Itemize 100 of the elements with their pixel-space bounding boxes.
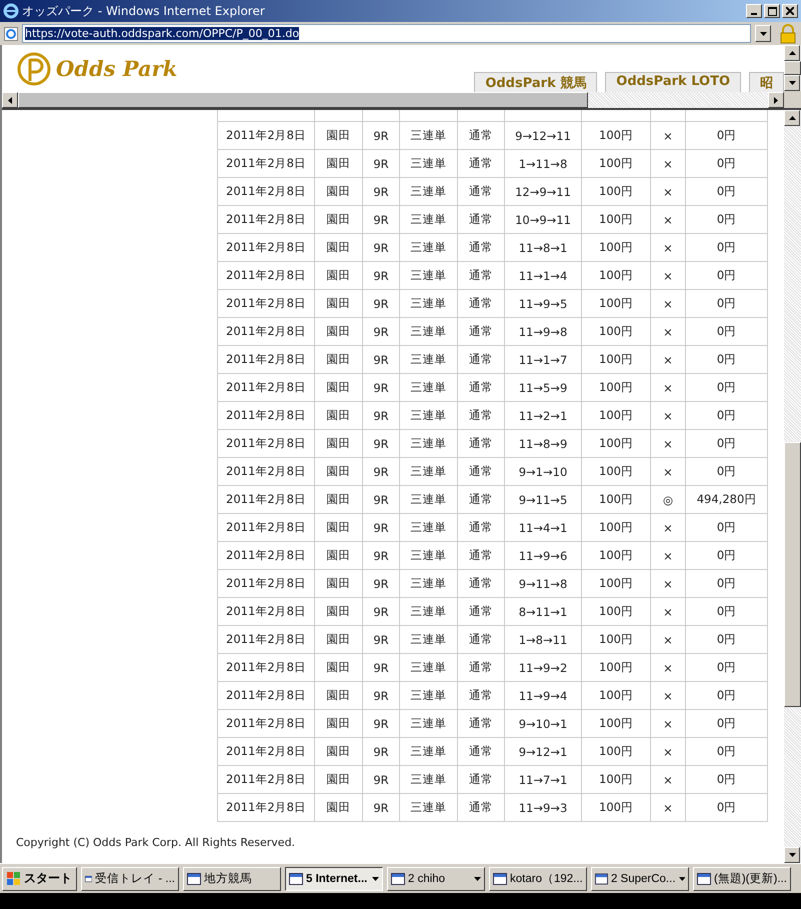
table-cell: 0円 [686,710,768,738]
vertical-scrollbar[interactable] [784,110,801,863]
window-icon [595,872,608,886]
table-cell: 三連単 [400,766,458,794]
horizontal-scrollbar[interactable] [2,92,784,108]
table-cell: 2011年2月8日 [218,570,314,598]
table-cell: 通常 [458,542,504,570]
taskbar-button[interactable]: 5 Internet... [285,866,383,890]
taskbar-button[interactable]: 受信トレイ - ... [81,866,179,890]
table-cell: × [650,738,686,766]
table-cell: 通常 [458,234,504,262]
window-title: オッズパーク - Windows Internet Explorer [22,2,266,20]
table-cell: 園田 [314,234,362,262]
table-cell: 0円 [686,206,768,234]
table-cell: 三連単 [400,458,458,486]
table-cell: 9R [362,682,400,710]
nav-tab[interactable]: 昭 [749,72,784,92]
close-button[interactable] [782,4,798,18]
table-cell: 通常 [458,402,504,430]
table-cell: 三連単 [400,178,458,206]
table-cell: 園田 [314,598,362,626]
table-cell: 9R [362,290,400,318]
table-cell: 9→10→1 [504,710,582,738]
taskbar-button[interactable]: 2 SuperCo... [591,866,689,890]
taskbar-button[interactable]: 2 chiho [387,866,485,890]
table-cell: 2011年2月8日 [218,766,314,794]
caret-icon [474,876,481,880]
table-cell: 100円 [582,430,650,458]
table-cell: × [650,766,686,794]
table-cell: 100円 [582,402,650,430]
table-cell: 11→8→1 [504,234,582,262]
table-cell: 9→11→5 [504,486,582,514]
minimize-button[interactable] [746,4,762,18]
table-cell: 9R [362,374,400,402]
table-cell: 100円 [582,598,650,626]
table-cell: 100円 [582,122,650,150]
table-cell: 園田 [314,514,362,542]
table-cell: 0円 [686,542,768,570]
table-cell: 通常 [458,486,504,514]
table-cell: 通常 [458,598,504,626]
table-cell: 9R [362,598,400,626]
table-cell: 2011年2月8日 [218,794,314,822]
address-dropdown-button[interactable] [755,25,771,42]
scroll-down-button[interactable] [784,847,800,863]
table-cell: 園田 [314,542,362,570]
table-cell: 三連単 [400,430,458,458]
nav-tab[interactable]: OddsPark 競馬 [474,72,598,92]
table-cell: 0円 [686,178,768,206]
table-cell: 園田 [314,346,362,374]
table-cell: 11→9→2 [504,654,582,682]
table-cell: × [650,374,686,402]
table-cell: 2011年2月8日 [218,122,314,150]
address-field[interactable]: https://vote-auth.oddspark.com/OPPC/P_00_01.do [22,24,751,43]
table-cell: 9R [362,458,400,486]
table-cell: 9R [362,570,400,598]
table-cell: 0円 [686,738,768,766]
table-cell: 9R [362,262,400,290]
scroll-down-button[interactable] [784,75,800,91]
table-cell: × [650,626,686,654]
scrollbar-thumb[interactable] [784,61,801,75]
table-cell: 0円 [686,794,768,822]
table-cell: 100円 [582,290,650,318]
scroll-right-button[interactable] [768,92,784,108]
table-cell: 11→9→4 [504,682,582,710]
table-cell: × [650,234,686,262]
table-cell: 100円 [582,794,650,822]
table-cell: 100円 [582,150,650,178]
table-cell: 100円 [582,262,650,290]
table-cell: 通常 [458,178,504,206]
maximize-button[interactable] [764,4,780,18]
table-cell: 0円 [686,514,768,542]
scroll-up-button[interactable] [784,110,800,126]
taskbar-button[interactable]: kotaro（192... [489,866,587,890]
table-cell: 三連単 [400,234,458,262]
table-cell: 通常 [458,794,504,822]
scroll-left-button[interactable] [2,92,18,108]
scrollbar-thumb[interactable] [18,92,588,108]
table-cell: 9R [362,430,400,458]
table-cell: 2011年2月8日 [218,486,314,514]
table-cell: 9R [362,738,400,766]
vertical-scrollbar[interactable] [784,45,801,108]
table-cell: 2011年2月8日 [218,150,314,178]
table-cell: 2011年2月8日 [218,514,314,542]
table-cell: 三連単 [400,262,458,290]
table-cell: 0円 [686,122,768,150]
table-cell: 三連単 [400,290,458,318]
start-button[interactable]: スタート [2,866,77,890]
taskbar-button[interactable]: 地方競馬 [183,866,281,890]
table-cell: 100円 [582,486,650,514]
table-cell: 三連単 [400,150,458,178]
scroll-up-button[interactable] [784,45,800,61]
table-cell: × [650,682,686,710]
nav-tab[interactable]: OddsPark LOTO [605,72,741,92]
taskbar-button[interactable]: (無題)(更新)... [693,866,791,890]
table-cell: 100円 [582,626,650,654]
table-cell: 園田 [314,430,362,458]
table-cell: 0円 [686,458,768,486]
scrollbar-thumb[interactable] [784,442,801,707]
table-cell: 通常 [458,682,504,710]
table-cell: × [650,598,686,626]
